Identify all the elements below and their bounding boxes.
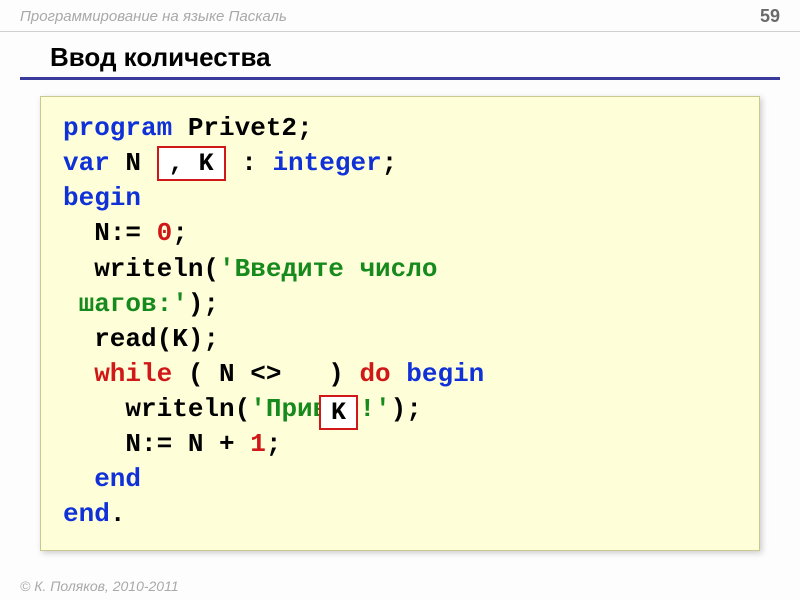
kw-integer: integer: [272, 148, 381, 178]
footer-copyright: © К. Поляков, 2010-2011: [20, 578, 179, 594]
code-writeln2-close: );: [391, 394, 422, 424]
while-cond: ( N <> ): [172, 359, 359, 389]
var-n: N: [110, 148, 157, 178]
code-read: read(K);: [63, 324, 219, 354]
code-line-1: program Privet2;: [63, 111, 737, 146]
slide-header: Программирование на языке Паскаль 59: [0, 0, 800, 32]
annotation-comma-k: , K: [157, 146, 226, 181]
code-assign-n: N:=: [63, 218, 157, 248]
kw-while: while: [63, 359, 172, 389]
kw-begin: begin: [63, 183, 141, 213]
code-writeln1-close: );: [188, 289, 219, 319]
num-one: 1: [250, 429, 266, 459]
string-part2: шагов:': [63, 289, 188, 319]
code-line-6: шагов:');: [63, 287, 737, 322]
code-line-4: N:= 0;: [63, 216, 737, 251]
kw-do: do: [359, 359, 390, 389]
code-semi: ;: [382, 148, 398, 178]
code-writeln2-open: writeln(: [63, 394, 250, 424]
code-block: program Privet2; var N , K : integer; be…: [40, 96, 760, 551]
kw-var: var: [63, 148, 110, 178]
code-semi-10: ;: [266, 429, 282, 459]
code-line-7: read(K);: [63, 322, 737, 357]
code-line-3: begin: [63, 181, 737, 216]
kw-begin-inner: begin: [391, 359, 485, 389]
code-line-11: end: [63, 462, 737, 497]
code-line-10: N:= N + 1;: [63, 427, 737, 462]
program-name: Privet2;: [172, 113, 312, 143]
kw-program: program: [63, 113, 172, 143]
kw-end: end: [63, 499, 110, 529]
page-number: 59: [760, 6, 780, 27]
code-colon: :: [226, 148, 273, 178]
code-incr: N:= N +: [63, 429, 250, 459]
slide-title: Ввод количества: [20, 32, 780, 80]
string-part1: 'Введите число: [219, 254, 437, 284]
code-line-12: end.: [63, 497, 737, 532]
code-line-9: writeln('Привет!');: [63, 392, 737, 427]
course-title: Программирование на языке Паскаль: [20, 8, 287, 25]
kw-end-inner: end: [63, 464, 141, 494]
code-writeln1-open: writeln(: [63, 254, 219, 284]
code-line-2: var N , K : integer;: [63, 146, 737, 181]
annotation-k: K: [319, 395, 358, 430]
code-line-5: writeln('Введите число: [63, 252, 737, 287]
num-zero: 0: [157, 218, 173, 248]
code-semi-4: ;: [172, 218, 188, 248]
code-dot: .: [110, 499, 126, 529]
code-line-8: while ( N <> ) do begin: [63, 357, 737, 392]
